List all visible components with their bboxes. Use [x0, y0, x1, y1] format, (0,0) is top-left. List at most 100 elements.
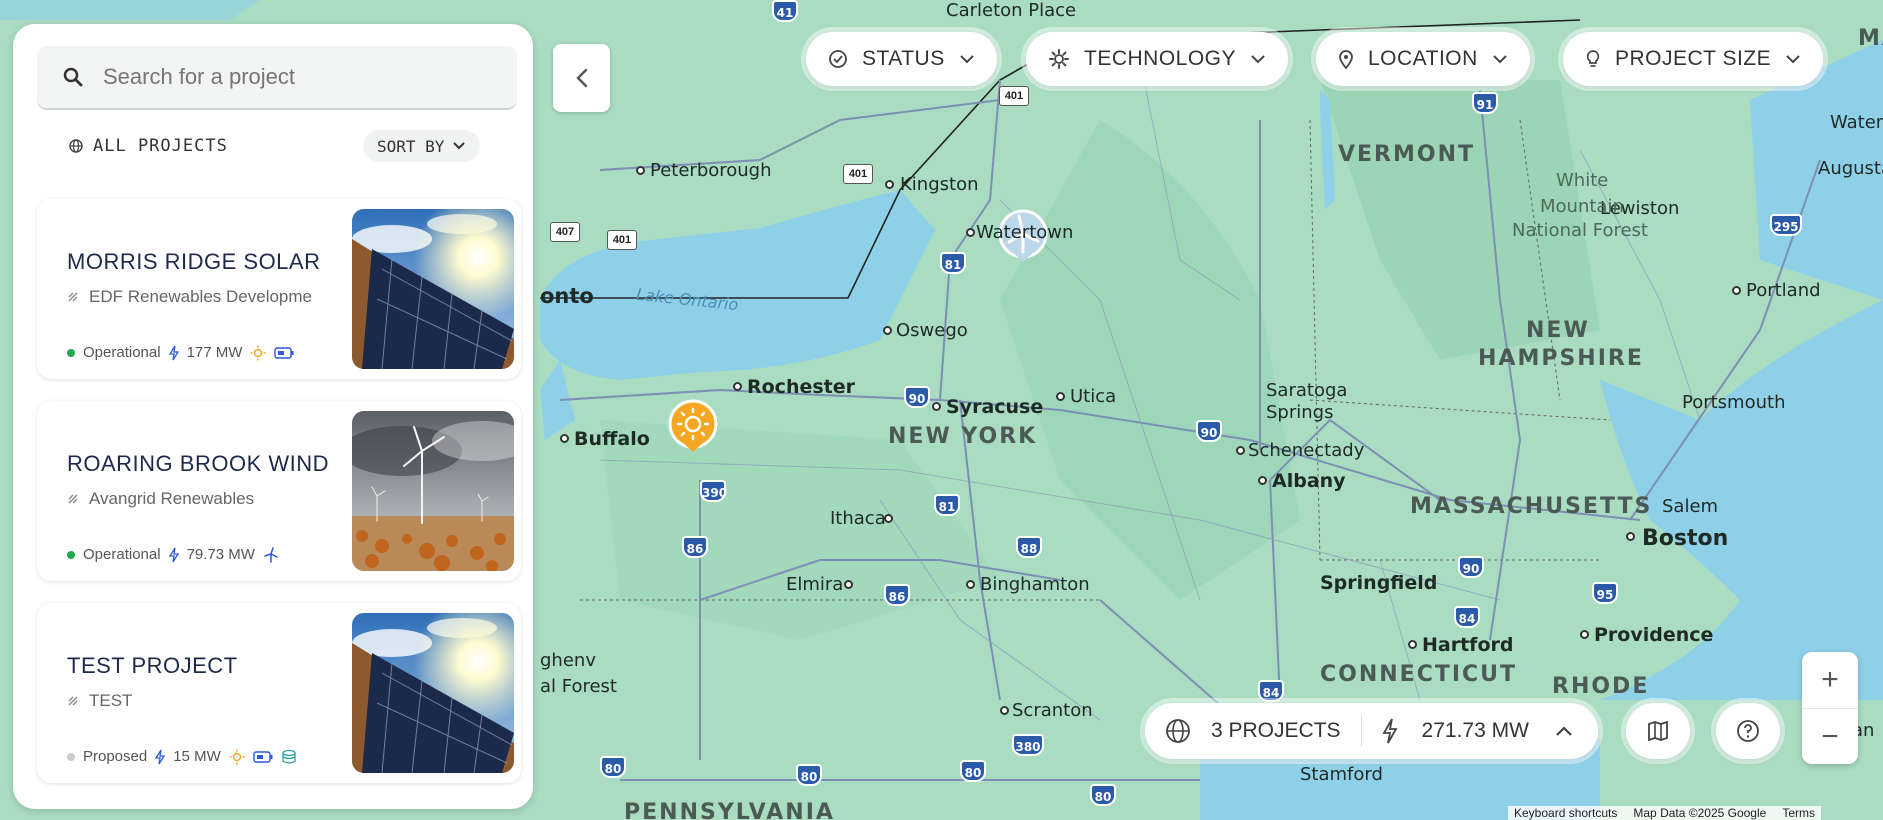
city-label: Scranton: [1012, 700, 1093, 721]
project-developer: Avangrid Renewables: [67, 489, 352, 509]
search-bar[interactable]: [37, 46, 517, 110]
project-count: 3 PROJECTS: [1211, 719, 1341, 742]
terms-link[interactable]: Terms: [1782, 806, 1815, 820]
city-label: Augusta: [1818, 158, 1883, 179]
highway-shield: 90: [1196, 420, 1222, 442]
city-label: Saratoga: [1266, 380, 1348, 401]
sun-icon: [250, 345, 266, 360]
project-card[interactable]: TEST PROJECT TEST Proposed 15 MW: [37, 603, 521, 783]
project-size-filter[interactable]: PROJECT SIZE: [1563, 32, 1824, 86]
project-summary-bar[interactable]: 3 PROJECTS 271.73 MW: [1145, 703, 1598, 759]
highway-shield: 80: [796, 764, 822, 786]
chevron-down-icon: [1493, 55, 1507, 64]
collapse-panel-button[interactable]: [553, 44, 610, 112]
help-icon: [1737, 720, 1759, 742]
state-label: VERMONT: [1338, 142, 1476, 167]
state-label: PENNSYLVANIA: [624, 800, 835, 820]
project-meta: Operational 177 MW: [67, 344, 294, 361]
city-label: Kingston: [900, 174, 979, 195]
sort-by-label: SORT BY: [377, 136, 445, 156]
city-label: Albany: [1272, 470, 1346, 492]
developer-name: Avangrid Renewables: [89, 489, 255, 508]
developer-icon: [68, 696, 78, 706]
sort-by-button[interactable]: SORT BY: [363, 130, 481, 162]
highway-shield: 95: [1592, 582, 1618, 604]
status-dot: [67, 550, 75, 559]
highway-shield: 401: [999, 86, 1029, 106]
city-dot: [966, 580, 975, 589]
highway-shield: 88: [1016, 536, 1042, 558]
highway-shield: 407: [550, 222, 580, 242]
city-label: Peterborough: [650, 160, 772, 181]
highway-shield: 390: [700, 480, 727, 502]
search-input[interactable]: [103, 64, 503, 90]
highway-shield: 86: [884, 584, 910, 606]
city-dot: [733, 382, 742, 391]
highway-shield: 401: [843, 164, 873, 184]
city-dot: [966, 228, 975, 237]
highway-shield: 401: [607, 230, 637, 250]
project-card[interactable]: MORRIS RIDGE SOLAR EDF Renewables Develo…: [37, 199, 521, 379]
zoom-in-button[interactable]: +: [1802, 652, 1858, 708]
city-dot: [636, 166, 645, 175]
highway-shield: 86: [682, 536, 708, 558]
solar-photo: [352, 209, 514, 369]
city-label: Utica: [1070, 386, 1117, 407]
globe-icon: [69, 139, 83, 153]
city-label: Boston: [1642, 526, 1729, 551]
wind-icon: [264, 546, 278, 563]
state-label: NEW YORK: [888, 424, 1038, 449]
state-label: NEW: [1526, 318, 1590, 343]
map-data-attribution: Map Data ©2025 Google: [1633, 806, 1767, 820]
solar-photo: [352, 613, 514, 773]
project-status: Operational: [83, 546, 161, 563]
chevron-down-icon: [453, 142, 466, 150]
highway-shield: 90: [904, 386, 930, 408]
project-list-panel: ALL PROJECTS SORT BY MORRIS RIDGE SOLAR …: [13, 24, 533, 809]
project-status: Operational: [83, 344, 161, 361]
project-card[interactable]: ROARING BROOK WIND Avangrid Renewables O…: [37, 401, 521, 581]
status-dot: [67, 752, 75, 761]
city-label: Binghamton: [980, 574, 1090, 595]
city-label: Springs: [1266, 402, 1334, 423]
zoom-controls: + −: [1802, 652, 1858, 764]
chevron-down-icon: [1786, 55, 1800, 64]
developer-icon: [68, 292, 78, 302]
project-meta: Operational 79.73 MW: [67, 546, 279, 563]
project-title: MORRIS RIDGE SOLAR: [67, 249, 321, 274]
state-label: MASSACHUSETTS: [1410, 494, 1653, 519]
city-label: Salem: [1662, 496, 1719, 517]
wind-photo: [352, 411, 514, 571]
project-capacity: 15 MW: [173, 748, 221, 765]
bulb-icon: [1586, 50, 1600, 67]
city-label: Providence: [1594, 624, 1714, 646]
battery-icon: [253, 750, 273, 763]
project-developer: TEST: [67, 691, 352, 711]
technology-filter[interactable]: TECHNOLOGY: [1026, 32, 1289, 86]
city-dot: [1626, 532, 1635, 541]
city-dot: [884, 514, 893, 523]
help-button[interactable]: [1716, 703, 1780, 759]
city-dot: [1258, 476, 1267, 485]
status-filter-label: STATUS: [862, 47, 945, 70]
project-status: Proposed: [83, 748, 148, 765]
project-meta: Proposed 15 MW: [67, 748, 297, 765]
location-filter[interactable]: LOCATION: [1316, 32, 1530, 86]
all-projects-filter[interactable]: ALL PROJECTS: [69, 136, 228, 156]
chevron-up-icon: [1556, 726, 1572, 736]
project-capacity: 79.73 MW: [186, 546, 255, 563]
project-size-filter-label: PROJECT SIZE: [1615, 47, 1772, 70]
technology-filter-label: TECHNOLOGY: [1084, 47, 1237, 70]
map-layers-button[interactable]: [1626, 703, 1690, 759]
city-label: Stamford: [1300, 764, 1383, 785]
city-dot: [560, 434, 569, 443]
status-filter[interactable]: STATUS: [806, 32, 997, 86]
zoom-out-button[interactable]: −: [1802, 708, 1858, 764]
keyboard-shortcuts-link[interactable]: Keyboard shortcuts: [1514, 806, 1617, 820]
developer-name: EDF Renewables Developme: [89, 287, 312, 306]
city-label: Portsmouth: [1682, 392, 1786, 413]
city-label: ghenv: [540, 650, 596, 671]
city-dot: [883, 326, 892, 335]
globe-icon: [1166, 719, 1190, 743]
highway-shield: 80: [1090, 784, 1116, 806]
